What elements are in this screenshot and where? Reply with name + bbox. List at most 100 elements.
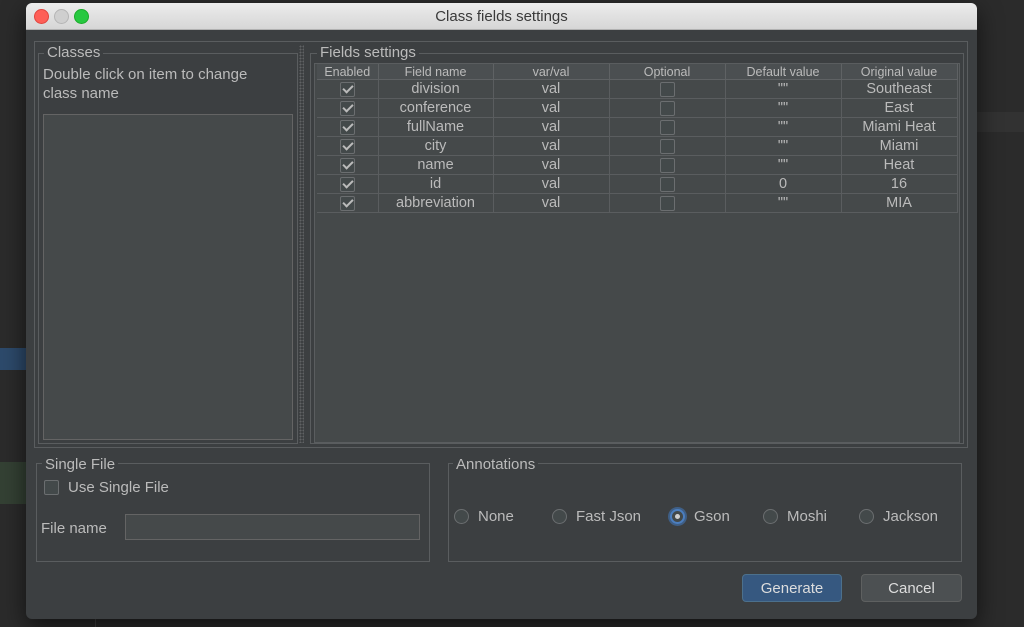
classes-list[interactable]: [43, 114, 293, 440]
optional-checkbox[interactable]: [659, 157, 675, 173]
fields-table-container: Enabled Field name var/val Optional Defa…: [314, 63, 960, 443]
annotation-option-gson[interactable]: Gson: [670, 508, 730, 525]
optional-cell[interactable]: [609, 136, 726, 156]
radio-icon[interactable]: [454, 509, 469, 524]
enabled-checkbox[interactable]: [339, 157, 355, 173]
enabled-cell[interactable]: [317, 117, 379, 137]
field-name-cell[interactable]: name: [378, 155, 494, 175]
ide-background-editor-band: [977, 112, 1024, 132]
enabled-cell[interactable]: [317, 79, 379, 99]
use-single-file-checkbox[interactable]: [44, 480, 59, 495]
table-row[interactable]: city val "" Miami: [317, 136, 958, 156]
radio-label: Fast Json: [576, 508, 642, 525]
default-value-cell[interactable]: "": [725, 136, 842, 156]
radio-label: Jackson: [883, 508, 939, 525]
cancel-button[interactable]: Cancel: [861, 574, 962, 602]
var-val-cell[interactable]: val: [493, 136, 610, 156]
var-val-cell[interactable]: val: [493, 98, 610, 118]
var-val-cell[interactable]: val: [493, 155, 610, 175]
optional-cell[interactable]: [609, 117, 726, 137]
original-value-cell: Miami: [841, 136, 958, 156]
table-row[interactable]: abbreviation val "" MIA: [317, 193, 958, 213]
table-row[interactable]: name val "" Heat: [317, 155, 958, 175]
var-val-cell[interactable]: val: [493, 193, 610, 213]
annotation-option-jackson[interactable]: Jackson: [859, 508, 938, 525]
optional-cell[interactable]: [609, 79, 726, 99]
annotation-option-fast-json[interactable]: Fast Json: [552, 508, 641, 525]
field-name-cell[interactable]: city: [378, 136, 494, 156]
column-header-optional[interactable]: Optional: [609, 64, 726, 80]
table-row[interactable]: fullName val "" Miami Heat: [317, 117, 958, 137]
optional-checkbox[interactable]: [659, 81, 675, 97]
default-value-cell[interactable]: "": [725, 155, 842, 175]
use-single-file-label[interactable]: Use Single File: [68, 479, 169, 496]
optional-cell[interactable]: [609, 193, 726, 213]
column-header-var-val[interactable]: var/val: [493, 64, 610, 80]
original-value-cell: East: [841, 98, 958, 118]
field-name-cell[interactable]: id: [378, 174, 494, 194]
optional-checkbox[interactable]: [659, 195, 675, 211]
annotation-option-moshi[interactable]: Moshi: [763, 508, 827, 525]
window-title: Class fields settings: [435, 8, 568, 25]
optional-checkbox[interactable]: [659, 176, 675, 192]
default-value-cell[interactable]: "": [725, 193, 842, 213]
enabled-checkbox[interactable]: [339, 119, 355, 135]
var-val-cell[interactable]: val: [493, 79, 610, 99]
classes-hint-text: Double click on item to change class nam…: [43, 66, 248, 102]
radio-icon[interactable]: [859, 509, 874, 524]
single-file-group-frame: [36, 463, 430, 562]
table-row[interactable]: division val "" Southeast: [317, 79, 958, 99]
original-value-cell: Heat: [841, 155, 958, 175]
default-value-cell[interactable]: 0: [725, 174, 842, 194]
radio-icon[interactable]: [552, 509, 567, 524]
enabled-checkbox[interactable]: [339, 138, 355, 154]
enabled-cell[interactable]: [317, 136, 379, 156]
fields-table: Enabled Field name var/val Optional Defa…: [317, 64, 958, 213]
enabled-checkbox[interactable]: [339, 176, 355, 192]
enabled-checkbox[interactable]: [339, 195, 355, 211]
radio-selected-icon[interactable]: [670, 509, 685, 524]
optional-cell[interactable]: [609, 98, 726, 118]
enabled-cell[interactable]: [317, 193, 379, 213]
field-name-cell[interactable]: division: [378, 79, 494, 99]
default-value-cell[interactable]: "": [725, 117, 842, 137]
annotations-group-label: Annotations: [453, 457, 539, 473]
var-val-cell[interactable]: val: [493, 117, 610, 137]
panel-splitter-handle[interactable]: [299, 45, 304, 443]
radio-icon[interactable]: [763, 509, 778, 524]
field-name-cell[interactable]: fullName: [378, 117, 494, 137]
var-val-cell[interactable]: val: [493, 174, 610, 194]
field-name-cell[interactable]: abbreviation: [378, 193, 494, 213]
column-header-field-name[interactable]: Field name: [378, 64, 494, 80]
ide-background-selection-strip: [0, 348, 26, 370]
annotation-option-none[interactable]: None: [454, 508, 514, 525]
generate-button[interactable]: Generate: [742, 574, 842, 602]
enabled-cell[interactable]: [317, 174, 379, 194]
titlebar: Class fields settings: [26, 3, 977, 30]
fields-table-header: Enabled Field name var/val Optional Defa…: [317, 64, 958, 80]
file-name-input[interactable]: [125, 514, 420, 540]
enabled-checkbox[interactable]: [339, 81, 355, 97]
enabled-cell[interactable]: [317, 98, 379, 118]
column-header-enabled[interactable]: Enabled: [317, 64, 379, 80]
default-value-cell[interactable]: "": [725, 79, 842, 99]
default-value-cell[interactable]: "": [725, 98, 842, 118]
optional-checkbox[interactable]: [659, 100, 675, 116]
ide-background-highlight-strip: [0, 462, 26, 504]
file-name-label: File name: [41, 520, 107, 537]
optional-cell[interactable]: [609, 155, 726, 175]
optional-checkbox[interactable]: [659, 138, 675, 154]
table-row[interactable]: id val 0 16: [317, 174, 958, 194]
ide-background-gutter-line: [95, 619, 96, 627]
field-name-cell[interactable]: conference: [378, 98, 494, 118]
original-value-cell: Miami Heat: [841, 117, 958, 137]
radio-label: Gson: [694, 508, 730, 525]
optional-cell[interactable]: [609, 174, 726, 194]
enabled-cell[interactable]: [317, 155, 379, 175]
column-header-original-value[interactable]: Original value: [841, 64, 958, 80]
column-header-default-value[interactable]: Default value: [725, 64, 842, 80]
table-row[interactable]: conference val "" East: [317, 98, 958, 118]
original-value-cell: 16: [841, 174, 958, 194]
enabled-checkbox[interactable]: [339, 100, 355, 116]
optional-checkbox[interactable]: [659, 119, 675, 135]
